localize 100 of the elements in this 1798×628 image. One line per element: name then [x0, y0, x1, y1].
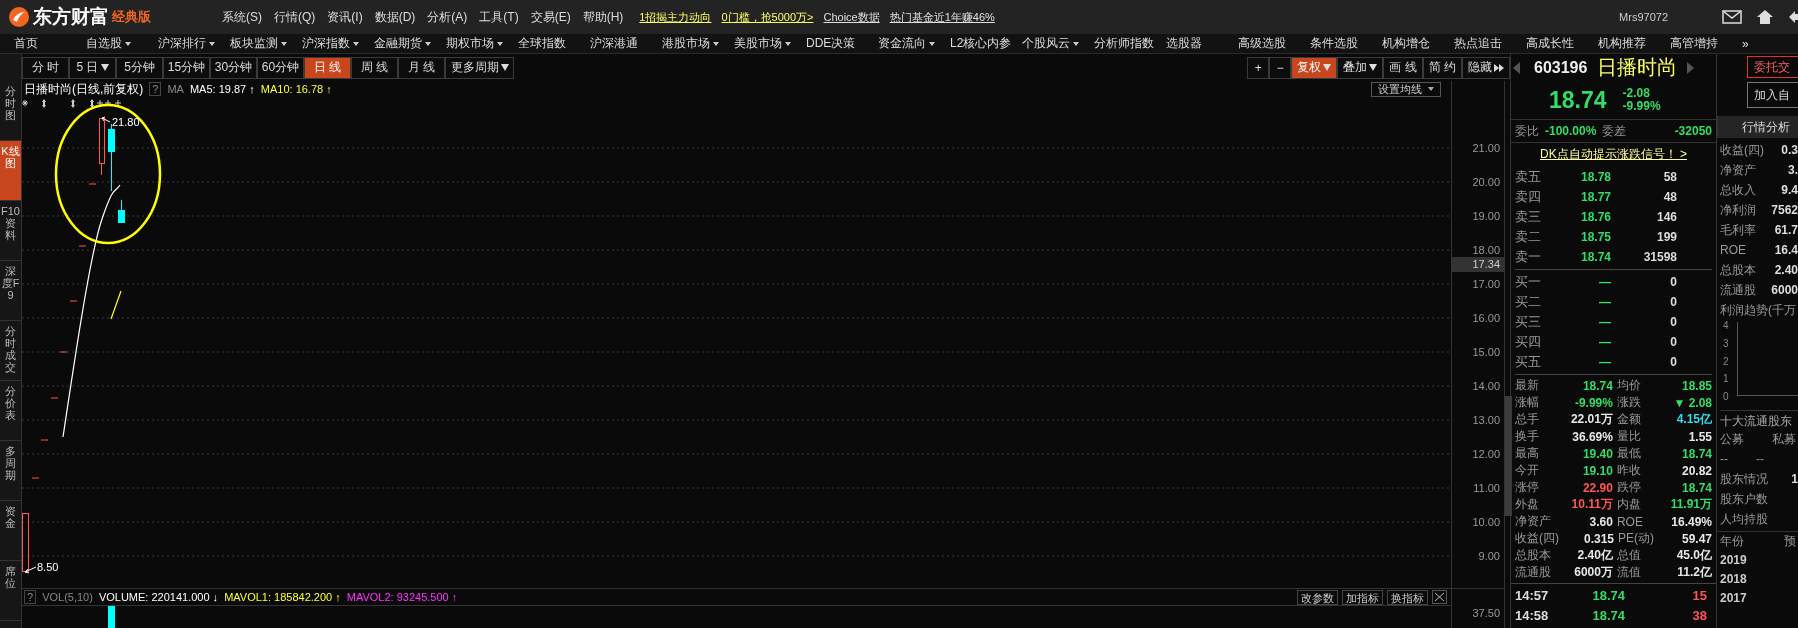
promo-link[interactable]: Choice数据	[823, 9, 880, 25]
chart-tool-button[interactable]: −	[1269, 56, 1292, 79]
nav-item[interactable]: 选股器	[1166, 35, 1238, 52]
previous-icon[interactable]	[1513, 61, 1520, 74]
order-volume: 58	[1662, 170, 1677, 184]
period-tab[interactable]: 日 线	[304, 56, 351, 79]
section-title: 利润趋势(千万	[1720, 302, 1797, 318]
promo-link[interactable]: 1招揭主力动向	[639, 9, 712, 25]
help-button[interactable]: ?	[149, 82, 162, 96]
nav-item[interactable]: 热点追击	[1454, 35, 1526, 52]
period-tab[interactable]: 月 线	[398, 56, 445, 79]
nav-item[interactable]: 沪深港通	[590, 35, 662, 52]
chart-tool-button[interactable]: +	[1247, 56, 1270, 79]
axis-label: 12.00	[1472, 447, 1500, 461]
period-tab[interactable]: 5分钟	[116, 56, 163, 79]
price-change: -2.08	[1622, 87, 1651, 100]
nav-item[interactable]: 沪深排行	[158, 35, 230, 52]
signal-link[interactable]: DK点自动提示涨跌信号！ >	[1540, 145, 1687, 163]
chart-tool-button[interactable]: 复权	[1291, 56, 1338, 79]
chart-tool-button[interactable]: 简 约	[1422, 56, 1462, 79]
nav-item[interactable]: »	[1742, 36, 1798, 51]
scrollbar-handle[interactable]	[1505, 396, 1512, 516]
analysis-tab[interactable]: 行情分析	[1717, 116, 1798, 138]
chart-tool-button[interactable]: 隐藏	[1462, 56, 1510, 79]
close-icon[interactable]	[1432, 590, 1447, 604]
help-button[interactable]: ?	[24, 590, 37, 604]
promo-link[interactable]: 0门槛，抢5000万>	[721, 9, 814, 25]
mail-icon[interactable]	[1722, 10, 1742, 24]
next-icon[interactable]	[1687, 61, 1695, 74]
side-tab[interactable]: F10资料	[0, 201, 21, 261]
side-tab[interactable]: 多周期	[0, 441, 21, 501]
chart-subtitle: (日线,前复权)	[72, 80, 144, 98]
indicator-button[interactable]: 换指标	[1387, 589, 1428, 605]
home-icon[interactable]	[1756, 9, 1774, 25]
side-tab[interactable]: 深度F9	[0, 261, 21, 321]
menu-item[interactable]: 工具(T)	[479, 8, 519, 26]
promo-link[interactable]: 热门基金近1年赚46%	[889, 9, 995, 25]
nav-item[interactable]: 高管增持	[1670, 35, 1742, 52]
nav-item[interactable]: 沪深指数	[302, 35, 374, 52]
menu-item[interactable]: 系统(S)	[222, 8, 262, 26]
tick-time: 14:57	[1515, 587, 1550, 603]
nav-item[interactable]: 机构推荐	[1598, 35, 1670, 52]
nav-item[interactable]: 条件选股	[1310, 35, 1382, 52]
indicator-name: VOL(5,10)	[42, 591, 93, 603]
back-icon[interactable]	[1788, 10, 1798, 24]
side-tab[interactable]: 资金	[0, 501, 21, 561]
menu-item[interactable]: 行情(Q)	[274, 8, 316, 26]
nav-item[interactable]: 自选股	[86, 35, 158, 52]
menu-item[interactable]: 分析(A)	[427, 8, 468, 26]
menu-item[interactable]: 帮助(H)	[582, 8, 624, 26]
field-label: PE(动)	[1618, 530, 1656, 547]
nav-item[interactable]: 分析师指数	[1094, 35, 1166, 52]
column-header[interactable]: 公募	[1720, 430, 1744, 448]
nav-item[interactable]: 金融期货	[374, 35, 446, 52]
nav-item[interactable]: 美股市场	[734, 35, 806, 52]
side-tab[interactable]: 席位	[0, 561, 21, 621]
nav-item[interactable]: 港股市场	[662, 35, 734, 52]
ma-setting-dropdown[interactable]: 设置均线	[1371, 81, 1441, 97]
chart-tool-button[interactable]: 叠加	[1337, 56, 1384, 79]
nav-item[interactable]: 资金流向	[878, 35, 950, 52]
period-tab[interactable]: 30分钟	[210, 56, 257, 79]
section-title: 十大流通股东	[1720, 410, 1798, 429]
menu-item[interactable]: 交易(E)	[530, 8, 571, 26]
field-label: 跌停	[1616, 479, 1642, 496]
nav-item[interactable]: 期权市场	[446, 35, 518, 52]
period-tab[interactable]: 周 线	[351, 56, 398, 79]
trade-button[interactable]: 委托交	[1747, 56, 1798, 78]
side-tab[interactable]: K线图	[0, 141, 21, 201]
nav-item[interactable]: L2核心内参	[950, 35, 1022, 52]
period-tab[interactable]: 5 日	[69, 56, 116, 79]
side-tab[interactable]: 分时成交	[0, 321, 21, 381]
nav-item[interactable]: 首页	[14, 35, 86, 52]
menu-item[interactable]: 资讯(I)	[327, 8, 363, 26]
period-tab[interactable]: 15分钟	[163, 56, 210, 79]
nav-item[interactable]: DDE决策	[806, 35, 878, 52]
menu-item[interactable]: 数据(D)	[374, 8, 416, 26]
period-tab[interactable]: 更多周期	[445, 56, 514, 79]
nav-item[interactable]: 高级选股	[1238, 35, 1310, 52]
column-header[interactable]: 私募	[1772, 430, 1796, 448]
user-name[interactable]: Mrs97072	[1619, 11, 1668, 23]
nav-item[interactable]: 全球指数	[518, 35, 590, 52]
order-volume: 31598	[1642, 250, 1677, 264]
current-price-tag: 17.34	[1452, 257, 1504, 272]
field-label: 净资产	[1720, 161, 1756, 179]
nav-item[interactable]: 板块监测	[230, 35, 302, 52]
indicator-button[interactable]: 改参数	[1297, 589, 1338, 605]
period-tab[interactable]: 分 时	[22, 56, 69, 79]
nav-item[interactable]: 机构增仓	[1382, 35, 1454, 52]
nav-item[interactable]: 高成长性	[1526, 35, 1598, 52]
period-tab[interactable]: 60分钟	[257, 56, 304, 79]
field-label: 今开	[1515, 462, 1540, 479]
logo-icon	[8, 6, 30, 28]
chart-tool-button[interactable]: 画 线	[1383, 56, 1423, 79]
indicator-button[interactable]: 加指标	[1342, 589, 1383, 605]
add-watchlist-button[interactable]: 加入自	[1747, 82, 1798, 108]
field-label: 昨收	[1616, 462, 1642, 479]
side-tab[interactable]: 分价表	[0, 381, 21, 441]
field-label: ROE	[1616, 514, 1644, 529]
field-value: 19.40	[1581, 446, 1613, 461]
nav-item[interactable]: 个股风云	[1022, 35, 1094, 52]
